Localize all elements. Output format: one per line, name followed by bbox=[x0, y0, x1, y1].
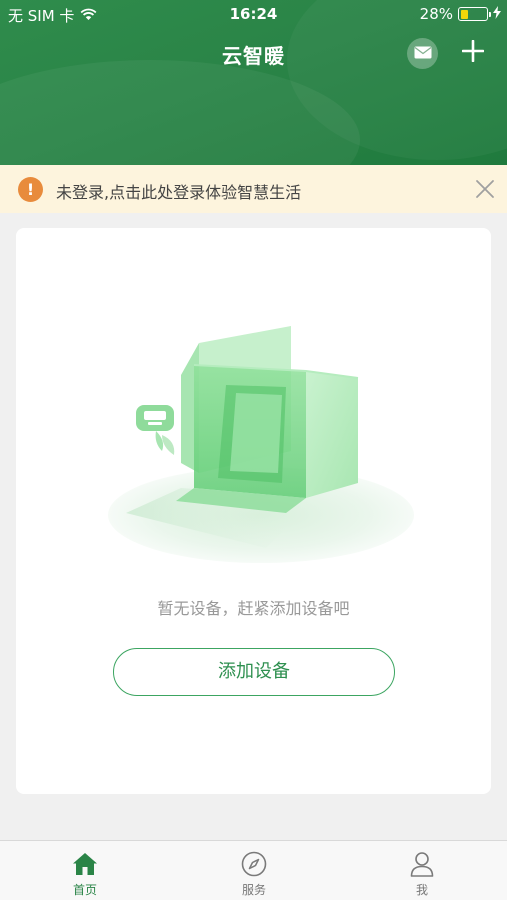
battery-icon bbox=[458, 7, 491, 21]
compass-icon bbox=[241, 851, 267, 877]
tab-home[interactable]: 首页 bbox=[25, 841, 145, 900]
charging-icon bbox=[493, 5, 501, 23]
empty-box-illustration bbox=[108, 326, 414, 563]
plus-icon bbox=[461, 39, 485, 66]
tab-home-label: 首页 bbox=[72, 883, 97, 897]
status-bar: 无 SIM 卡 16:24 28% bbox=[0, 0, 507, 28]
tab-me[interactable]: 我 bbox=[362, 841, 482, 900]
empty-state-message: 暂无设备，赶紧添加设备吧 bbox=[157, 599, 350, 618]
add-device-button[interactable]: 添加设备 bbox=[113, 648, 395, 696]
battery-percent: 28% bbox=[419, 5, 453, 23]
home-icon bbox=[72, 851, 98, 877]
battery-level bbox=[460, 9, 468, 19]
login-banner[interactable]: ! 未登录,点击此处登录体验智慧生活 bbox=[0, 165, 507, 213]
add-button[interactable] bbox=[458, 38, 488, 68]
message-button[interactable] bbox=[407, 38, 438, 69]
status-time: 16:24 bbox=[229, 5, 278, 23]
page-title: 云智暖 bbox=[222, 44, 285, 68]
tab-me-label: 我 bbox=[415, 883, 428, 897]
device-card: 暂无设备，赶紧添加设备吧 添加设备 bbox=[16, 228, 491, 794]
app-header: 无 SIM 卡 16:24 28% 云智暖 bbox=[0, 0, 507, 165]
tab-bar: 首页 服务 我 bbox=[0, 840, 507, 900]
status-right: 28% bbox=[420, 5, 501, 23]
tab-service-label: 服务 bbox=[241, 883, 266, 897]
tab-service[interactable]: 服务 bbox=[194, 841, 314, 900]
mail-icon bbox=[414, 44, 432, 63]
warning-icon: ! bbox=[18, 177, 43, 202]
login-banner-text[interactable]: 未登录,点击此处登录体验智慧生活 bbox=[56, 179, 301, 203]
close-icon[interactable] bbox=[474, 178, 496, 204]
person-icon bbox=[409, 851, 435, 877]
